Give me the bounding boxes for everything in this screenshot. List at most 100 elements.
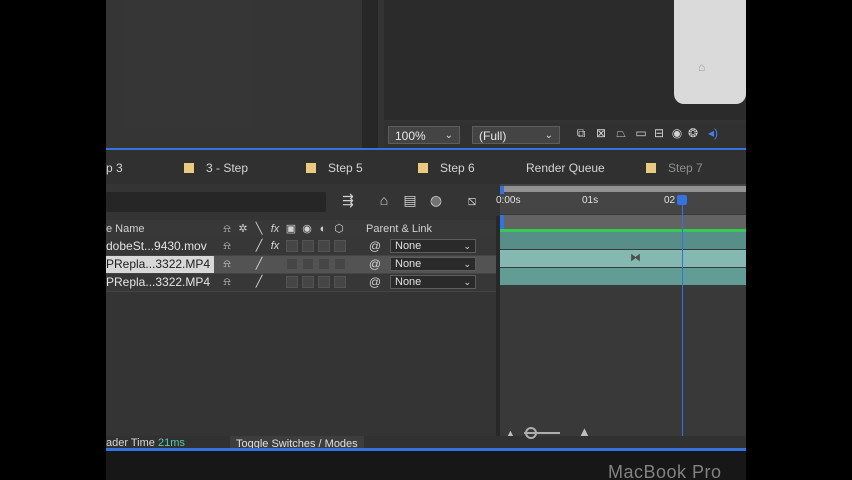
frame-blending-icon[interactable]: ▤ xyxy=(400,190,420,210)
shy-icon[interactable]: ⍾ xyxy=(220,238,234,255)
switch-box[interactable] xyxy=(334,240,346,252)
zoom-out-icon[interactable]: ▲ xyxy=(506,428,515,438)
fx-icon: fx xyxy=(270,223,280,235)
pickwhip-icon[interactable]: @ xyxy=(368,238,382,255)
zoom-in-icon[interactable]: ▲ xyxy=(578,424,591,439)
resolution-value: (Full) xyxy=(479,129,507,143)
chevron-down-icon: ⌄ xyxy=(463,241,471,251)
ruler-tick-label: 0:00s xyxy=(496,195,521,206)
tab-step-7[interactable]: Step 7 xyxy=(646,158,703,178)
pickwhip-icon[interactable]: @ xyxy=(368,274,382,291)
parent-value: None xyxy=(395,240,422,252)
switch-box[interactable] xyxy=(318,276,330,288)
column-parent-link[interactable]: Parent & Link xyxy=(366,222,432,236)
layer-row[interactable]: PRepla...3322.MP4 ⍾ ╱ @ None ⌄ xyxy=(106,256,498,274)
chevron-down-icon: ⌄ xyxy=(544,130,553,141)
playhead-line[interactable] xyxy=(682,196,683,448)
switch-box[interactable] xyxy=(334,276,346,288)
label-color-swatch xyxy=(418,163,428,173)
channel-icon[interactable]: ◉ xyxy=(670,126,684,140)
shy-layers-icon[interactable]: ⌂ xyxy=(374,190,394,210)
switch-box[interactable] xyxy=(286,240,298,252)
layer-duration-bar[interactable] xyxy=(500,232,746,249)
label-color-swatch xyxy=(306,163,316,173)
switch-box[interactable] xyxy=(286,258,298,270)
comp-mini-flowchart-icon[interactable]: ⇶ xyxy=(338,190,358,210)
parent-dropdown[interactable]: None ⌄ xyxy=(390,275,476,289)
tab-render-queue[interactable]: Render Queue xyxy=(526,158,605,178)
parent-dropdown[interactable]: None ⌄ xyxy=(390,257,476,271)
shy-icon: ⍾ xyxy=(223,223,231,235)
comp-start-marker xyxy=(500,215,504,229)
quality-icon[interactable]: ╱ xyxy=(252,238,266,255)
work-area-start-handle[interactable] xyxy=(500,186,504,194)
fast-preview-icon[interactable]: ⧉ xyxy=(574,126,588,140)
switch-box[interactable] xyxy=(318,240,330,252)
quality-icon[interactable]: ╱ xyxy=(252,274,266,291)
camera-snapshot-icon[interactable]: ❂ xyxy=(686,126,700,140)
tab-3-step[interactable]: 3 - Step xyxy=(184,158,248,178)
zoom-dropdown[interactable]: 100% ⌄ xyxy=(388,126,460,144)
shy-icon[interactable]: ⍾ xyxy=(220,274,234,291)
switch-box[interactable] xyxy=(302,258,314,270)
label-color-swatch xyxy=(646,163,656,173)
tab-label: p 3 xyxy=(106,161,123,175)
project-panel xyxy=(106,0,362,148)
switch-box[interactable] xyxy=(318,258,330,270)
layer-name: PRepla...3322.MP4 xyxy=(106,256,215,273)
panel-divider xyxy=(362,0,378,148)
switch-box[interactable] xyxy=(286,276,298,288)
quality-icon[interactable]: ╱ xyxy=(252,256,266,273)
adjustment-icon: ◐ xyxy=(319,223,327,235)
layer-duration-bar[interactable]: ⧓ xyxy=(500,250,746,267)
shy-icon[interactable]: ⍾ xyxy=(220,256,234,273)
layer-search-input[interactable] xyxy=(106,192,326,212)
playhead-handle[interactable] xyxy=(677,195,687,205)
tab-label: Step 7 xyxy=(668,161,703,175)
switch-box[interactable] xyxy=(302,276,314,288)
comp-marker-bar xyxy=(500,215,746,229)
ruler-tick-label: 02 xyxy=(664,195,676,206)
tab-label: 3 - Step xyxy=(206,161,249,175)
collapse-icon: ✲ xyxy=(238,223,248,235)
mask-visibility-icon[interactable]: ⏢ xyxy=(614,126,628,140)
placeholder-icon: ⧓ xyxy=(630,252,641,264)
3d-icon: ⬡ xyxy=(334,223,344,235)
parent-value: None xyxy=(395,276,422,288)
grid-guides-icon[interactable]: ⊟ xyxy=(652,126,666,140)
letterbox-right xyxy=(746,0,852,480)
ruler-tick-label: 01s xyxy=(582,195,599,206)
column-layer-name[interactable]: e Name xyxy=(106,222,145,236)
audio-icon[interactable]: ◂) xyxy=(706,126,720,140)
parent-dropdown[interactable]: None ⌄ xyxy=(390,239,476,253)
tab-step-6[interactable]: Step 6 xyxy=(418,158,475,178)
home-icon: ⌂ xyxy=(698,60,706,74)
chevron-down-icon: ⌄ xyxy=(444,130,453,141)
switch-box[interactable] xyxy=(302,240,314,252)
motion-blur-column-icon: ◉ xyxy=(302,223,312,235)
transparency-grid-icon[interactable]: ⊠ xyxy=(594,126,608,140)
tab-step-3[interactable]: p 3 xyxy=(106,158,123,178)
layer-row[interactable]: dobeSt...9430.mov ⍾ ╱ fx @ None ⌄ xyxy=(106,238,498,256)
fx-icon[interactable]: fx xyxy=(268,238,282,255)
resolution-dropdown[interactable]: (Full) ⌄ xyxy=(472,126,560,144)
laptop-screen: ⌂ 100% ⌄ (Full) ⌄ ⧉ ⊠ ⏢ ▭ ⊟ ◉ ❂ ◂) p 3 3… xyxy=(106,0,746,480)
graph-editor-icon[interactable]: ⧅ xyxy=(462,190,482,210)
chevron-down-icon: ⌄ xyxy=(463,259,471,269)
layer-name: dobeSt...9430.mov xyxy=(106,239,207,253)
quality-icon: ╲ xyxy=(255,223,263,235)
zoom-slider-knob[interactable] xyxy=(525,427,537,439)
parent-value: None xyxy=(395,258,422,270)
layer-row[interactable]: PRepla...3322.MP4 ⍾ ╱ @ None ⌄ xyxy=(106,274,498,292)
layer-duration-bar[interactable] xyxy=(500,268,746,285)
pickwhip-icon[interactable]: @ xyxy=(368,256,382,273)
motion-blur-icon[interactable]: ◍ xyxy=(426,190,446,210)
tab-step-5[interactable]: Step 5 xyxy=(306,158,363,178)
region-of-interest-icon[interactable]: ▭ xyxy=(634,126,648,140)
switch-box[interactable] xyxy=(334,258,346,270)
frame-blend-icon: ▣ xyxy=(285,223,297,235)
phone-preview-frame xyxy=(674,0,746,104)
work-area-bar[interactable] xyxy=(502,186,746,192)
tab-label: Render Queue xyxy=(526,161,605,175)
chevron-down-icon: ⌄ xyxy=(463,277,471,287)
